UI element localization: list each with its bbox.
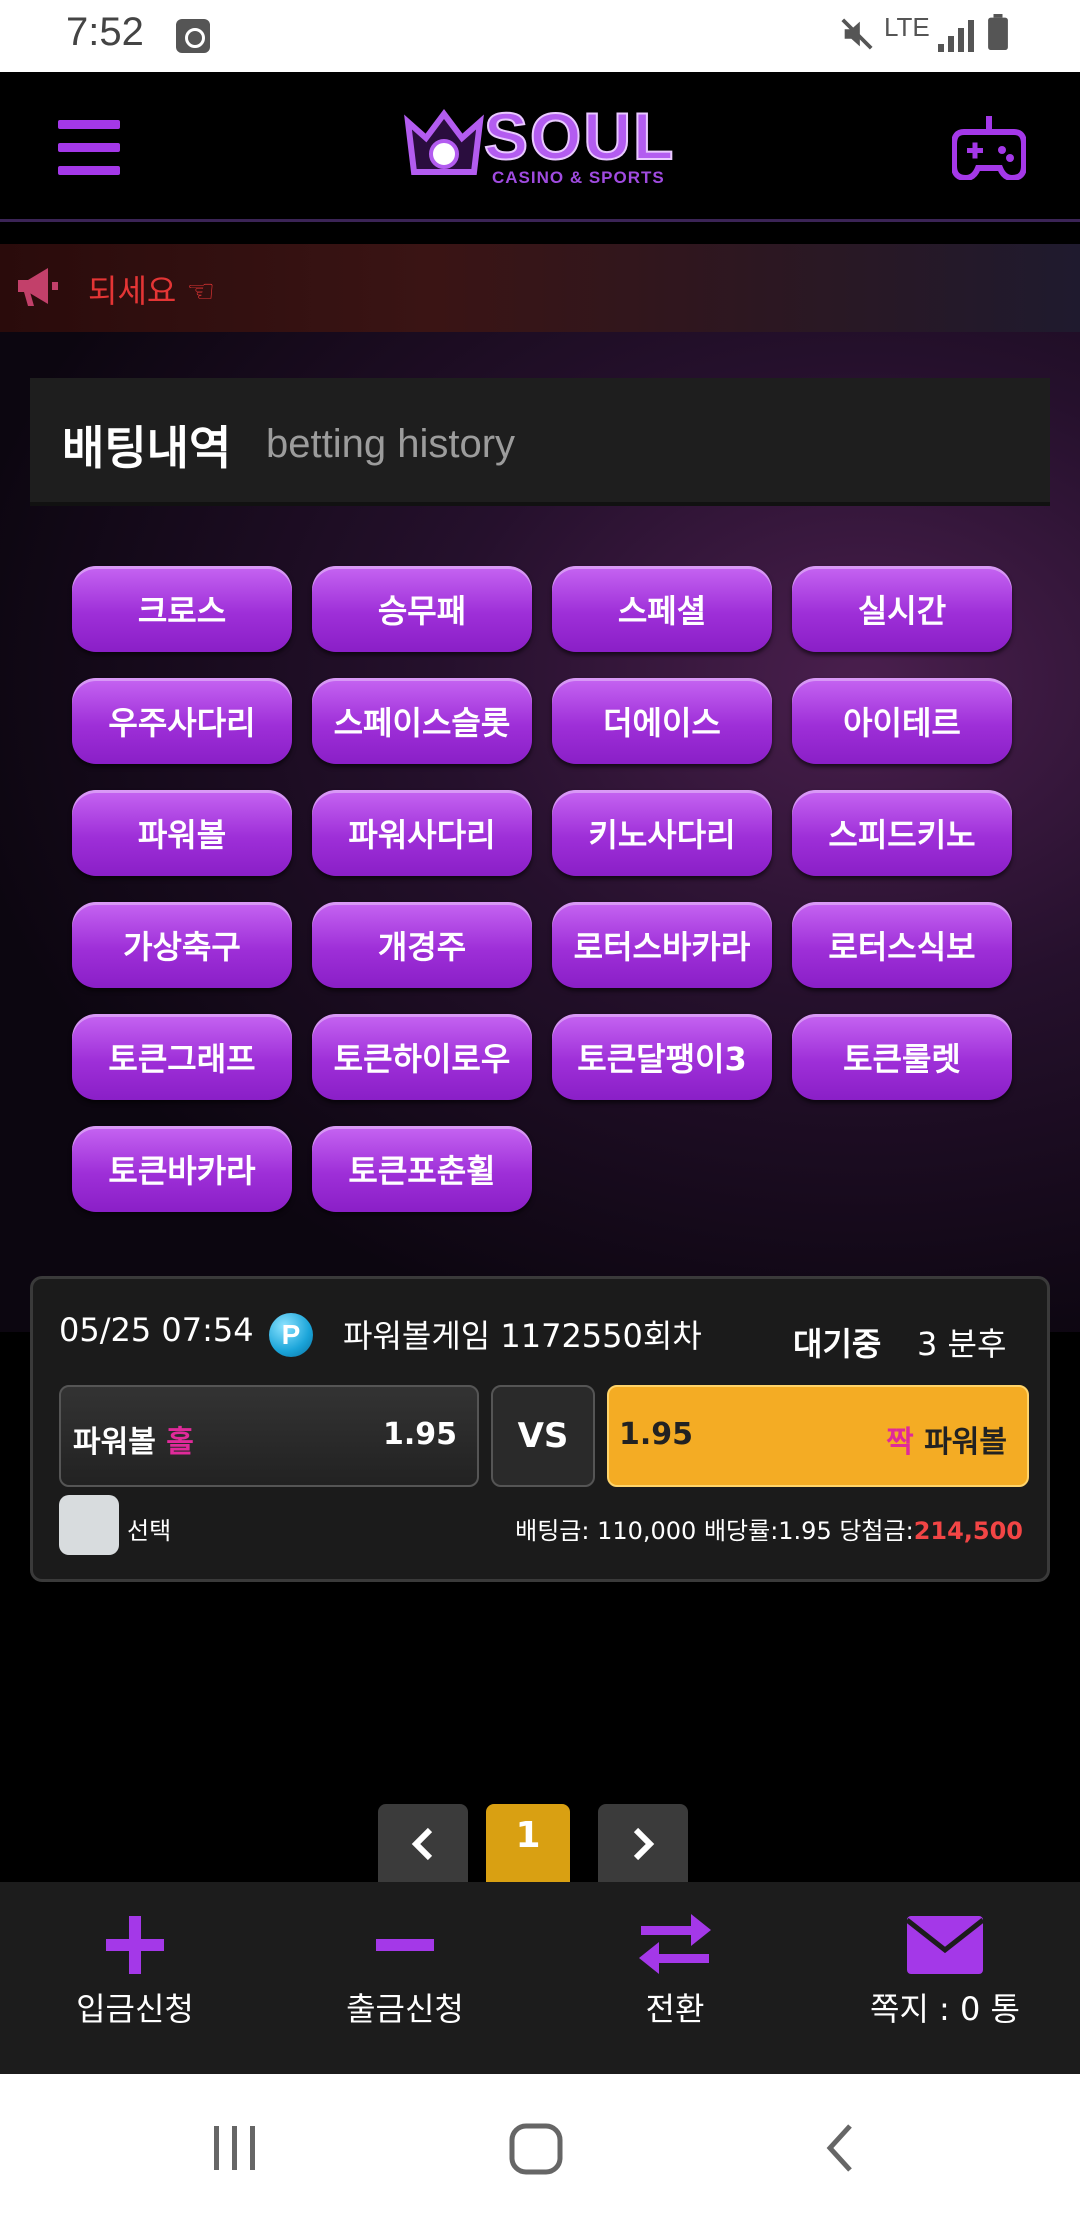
convert-button[interactable]: 전환 <box>540 1882 810 2074</box>
category-button[interactable]: 토큰포춘휠 <box>312 1126 532 1212</box>
win-amount: 214,500 <box>913 1517 1023 1545</box>
notice-text: 되세요 ☜ <box>88 272 216 310</box>
chevron-left-icon <box>411 1827 433 1861</box>
back-icon[interactable] <box>822 2122 858 2174</box>
menu-icon[interactable] <box>58 120 120 176</box>
soul-logo[interactable]: SOUL CASINO & SPORTS <box>400 98 690 192</box>
bet-datetime: 05/25 07:54 <box>59 1311 254 1349</box>
category-button[interactable]: 토큰바카라 <box>72 1126 292 1212</box>
withdraw-label: 출금신청 <box>346 1990 464 2028</box>
withdraw-request-button[interactable]: 출금신청 <box>270 1882 540 2074</box>
category-button[interactable]: 토큰룰렛 <box>792 1014 1012 1100</box>
away-odds: 1.95 <box>619 1417 694 1452</box>
home-icon[interactable] <box>508 2122 564 2176</box>
category-button[interactable]: 우주사다리 <box>72 678 292 764</box>
category-button[interactable]: 스피드키노 <box>792 790 1012 876</box>
minus-icon <box>376 1939 434 1951</box>
status-time: 7:52 <box>66 10 144 54</box>
deposit-label: 입금신청 <box>76 1990 194 2028</box>
bet-history-card: 05/25 07:54 P 파워볼게임 1172550회차 대기중 3 분후 파… <box>30 1276 1050 1582</box>
category-button[interactable]: 스페이스슬롯 <box>312 678 532 764</box>
category-button[interactable]: 승무패 <box>312 566 532 652</box>
category-button[interactable]: 개경주 <box>312 902 532 988</box>
category-button[interactable]: 실시간 <box>792 566 1012 652</box>
bet-summary: 배팅금: 110,000 배당률:1.95 당첨금:214,500 <box>515 1517 1023 1545</box>
away-pick-name: 짝 파워볼 <box>886 1425 1007 1460</box>
page-title: 배팅내역 betting history <box>30 378 1050 506</box>
bottom-action-bar: 입금신청 출금신청 전환 쪽지 : 0 통 <box>0 1882 1080 2074</box>
category-button[interactable]: 크로스 <box>72 566 292 652</box>
prev-page-button[interactable] <box>378 1804 468 1882</box>
convert-label: 전환 <box>645 1990 705 2028</box>
page-title-korean: 배팅내역 <box>62 421 232 475</box>
select-label: 선택 <box>127 1517 172 1545</box>
away-pick-selected: 1.95 짝 파워볼 <box>607 1385 1029 1487</box>
category-button[interactable]: 로터스바카라 <box>552 902 772 988</box>
plus-icon <box>106 1916 164 1974</box>
crown-logo-icon <box>404 109 484 175</box>
network-type: LTE <box>884 12 930 42</box>
category-button[interactable]: 가상축구 <box>72 902 292 988</box>
bet-status-time: 3 분후 <box>917 1325 1007 1363</box>
category-button[interactable]: 더에이스 <box>552 678 772 764</box>
app-header: SOUL CASINO & SPORTS <box>0 72 1080 222</box>
system-nav-bar <box>0 2074 1080 2220</box>
home-pick-name: 파워볼 홀 <box>73 1425 194 1460</box>
messages-label: 쪽지 : 0 통 <box>870 1990 1020 2028</box>
megaphone-icon <box>18 268 58 306</box>
recent-apps-icon[interactable] <box>210 2124 260 2172</box>
page-number-current[interactable]: 1 <box>486 1804 570 1882</box>
messages-button[interactable]: 쪽지 : 0 통 <box>810 1882 1080 2074</box>
battery-icon <box>988 14 1008 50</box>
envelope-icon <box>905 1916 985 1974</box>
deposit-request-button[interactable]: 입금신청 <box>0 1882 270 2074</box>
clock-app-icon <box>176 19 210 53</box>
bet-status: 대기중 <box>793 1325 882 1363</box>
bet-game-name: 파워볼게임 1172550회차 <box>343 1317 702 1355</box>
powerball-icon: P <box>269 1313 313 1357</box>
home-odds: 1.95 <box>382 1417 457 1452</box>
home-pick: 파워볼 홀 1.95 <box>59 1385 479 1487</box>
category-button[interactable]: 파워볼 <box>72 790 292 876</box>
notice-marquee: 되세요 ☜ <box>0 244 1080 332</box>
chevron-right-icon <box>633 1827 655 1861</box>
logo-word: SOUL <box>483 98 676 174</box>
swap-icon <box>639 1914 711 1974</box>
logo-tagline: CASINO & SPORTS <box>492 168 665 187</box>
category-button[interactable]: 스페셜 <box>552 566 772 652</box>
category-button[interactable]: 아이테르 <box>792 678 1012 764</box>
category-button[interactable]: 토큰달팽이3 <box>552 1014 772 1100</box>
signal-icon <box>938 20 974 52</box>
vs-label: VS <box>491 1385 595 1487</box>
category-button[interactable]: 로터스식보 <box>792 902 1012 988</box>
gamepad-icon[interactable] <box>952 114 1026 180</box>
select-checkbox[interactable] <box>59 1495 119 1555</box>
mute-icon <box>841 18 873 50</box>
next-page-button[interactable] <box>598 1804 688 1882</box>
category-button[interactable]: 파워사다리 <box>312 790 532 876</box>
status-bar: 7:52 LTE <box>0 0 1080 72</box>
category-button[interactable]: 토큰그래프 <box>72 1014 292 1100</box>
category-button[interactable]: 키노사다리 <box>552 790 772 876</box>
category-button[interactable]: 토큰하이로우 <box>312 1014 532 1100</box>
page-title-english: betting history <box>266 422 516 466</box>
